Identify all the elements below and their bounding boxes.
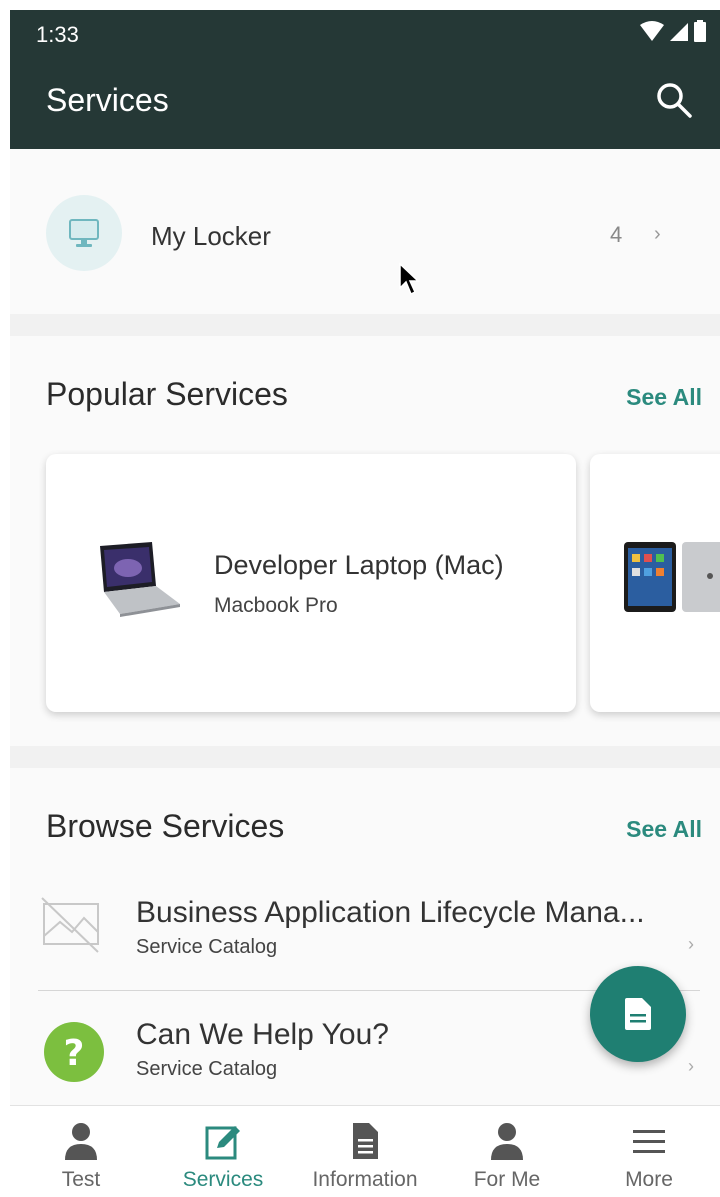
- service-card[interactable]: Developer Laptop (Mac) Macbook Pro: [46, 454, 576, 712]
- list-item-subtitle: Service Catalog: [136, 1058, 278, 1080]
- list-item-title: Can We Help You?: [136, 1018, 389, 1051]
- section-title: Browse Services: [46, 808, 285, 844]
- help-question-icon: ?: [44, 1022, 104, 1082]
- nav-label: More: [625, 1168, 673, 1191]
- popular-services-section: Popular Services See All Developer Lapto…: [10, 336, 720, 746]
- document-icon: [353, 1123, 378, 1159]
- tablet-image: [624, 542, 720, 612]
- list-item[interactable]: Business Application Lifecycle Mana... S…: [10, 868, 720, 988]
- menu-icon: [633, 1130, 665, 1153]
- nav-label: Services: [182, 1168, 264, 1191]
- person-icon: [491, 1123, 523, 1160]
- card-subtitle: Macbook Pro: [214, 594, 338, 617]
- document-icon: [625, 998, 651, 1030]
- service-card-partial[interactable]: [590, 454, 720, 712]
- signal-icon: [670, 23, 688, 41]
- chevron-right-icon: ›: [688, 934, 694, 954]
- app-bar: 1:33 Services: [10, 10, 720, 149]
- nav-item-for-me[interactable]: For Me: [436, 1106, 578, 1197]
- svg-text:?: ?: [64, 1033, 85, 1074]
- card-title: Developer Laptop (Mac): [214, 550, 504, 580]
- nav-label: Test: [61, 1168, 101, 1191]
- app-screen: 1:33 Services My Locker 4 › Popular Serv…: [10, 10, 720, 1197]
- edit-icon: [205, 1126, 240, 1160]
- page-title: Services: [46, 82, 169, 118]
- battery-icon: [694, 20, 706, 42]
- nav-item-test[interactable]: Test: [10, 1106, 152, 1197]
- monitor-icon: [69, 219, 99, 247]
- section-title: Popular Services: [46, 376, 288, 412]
- see-all-popular-link[interactable]: See All: [626, 384, 702, 411]
- see-all-browse-link[interactable]: See All: [626, 816, 702, 843]
- nav-label: For Me: [473, 1168, 541, 1191]
- list-item-title: Business Application Lifecycle Mana...: [136, 896, 645, 929]
- nav-item-information[interactable]: Information: [294, 1106, 436, 1197]
- cursor-icon: [399, 262, 420, 296]
- new-request-fab[interactable]: [590, 966, 686, 1062]
- wifi-icon: [640, 21, 664, 41]
- laptop-image: [100, 542, 180, 617]
- bottom-navigation: Test Services Information For Me More: [10, 1105, 720, 1197]
- my-locker-row[interactable]: My Locker 4 ›: [10, 149, 720, 314]
- nav-label: Information: [312, 1168, 418, 1191]
- status-time: 1:33: [36, 22, 79, 47]
- person-icon: [65, 1123, 97, 1160]
- search-icon[interactable]: [654, 80, 694, 120]
- locker-label: My Locker: [151, 221, 271, 251]
- status-icons: [640, 20, 706, 42]
- browse-services-section: Browse Services See All Business Applica…: [10, 768, 720, 1108]
- chevron-right-icon: ›: [688, 1056, 694, 1076]
- locker-count: 4: [610, 222, 623, 247]
- nav-item-services[interactable]: Services: [152, 1106, 294, 1197]
- list-item-subtitle: Service Catalog: [136, 936, 278, 958]
- nav-item-more[interactable]: More: [578, 1106, 720, 1197]
- locker-avatar: [46, 195, 122, 271]
- chevron-right-icon: ›: [654, 223, 661, 245]
- image-placeholder-icon: [41, 897, 99, 953]
